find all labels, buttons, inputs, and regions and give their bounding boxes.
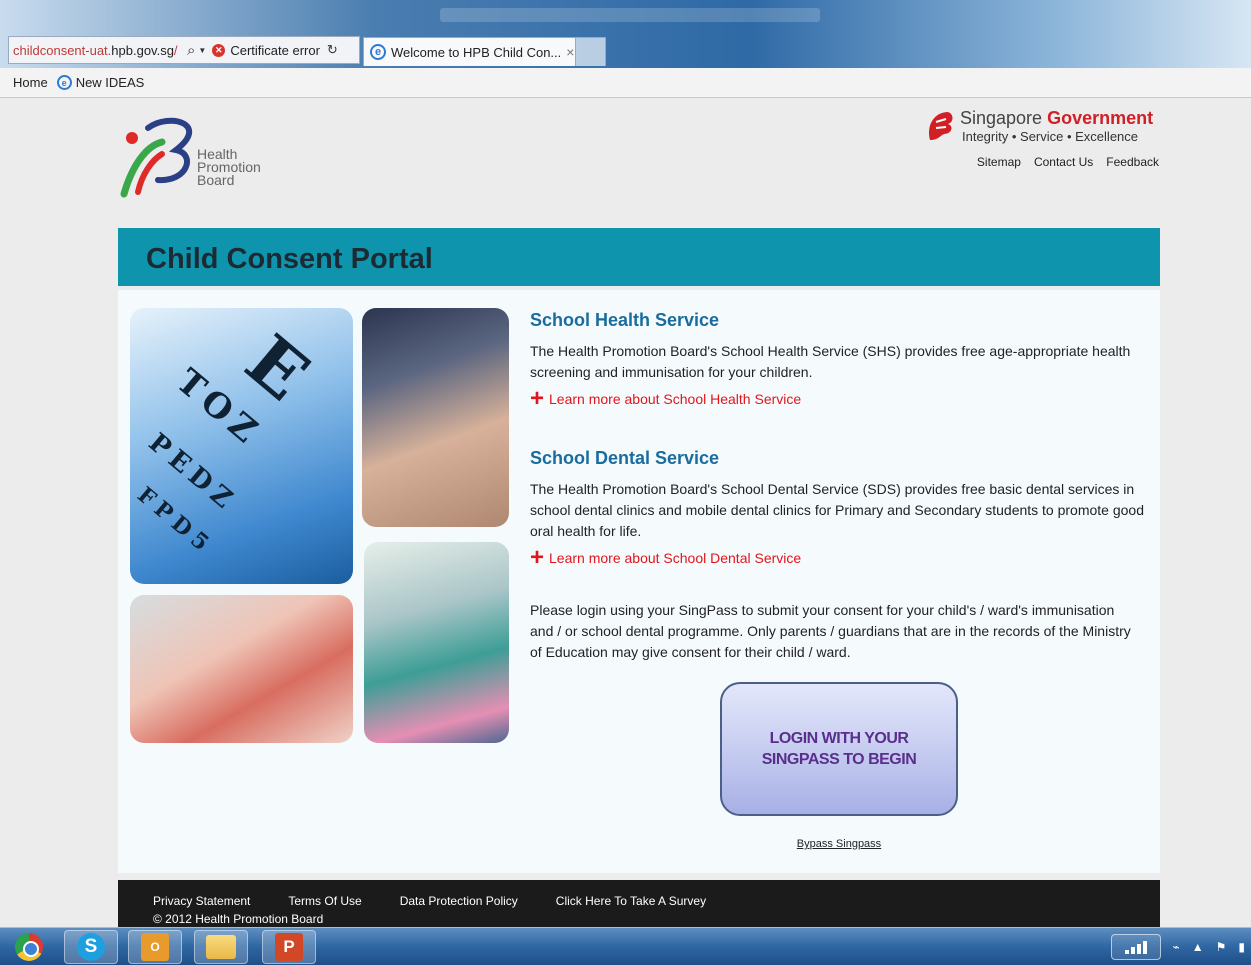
bypass-singpass-link[interactable]: Bypass Singpass [720,838,958,850]
sitemap-link[interactable]: Sitemap [977,155,1021,169]
show-hidden-icons-icon[interactable]: ▲ [1192,940,1204,954]
ie-page-icon: e [56,75,72,90]
refresh-icon[interactable]: ↻ [327,42,338,58]
ie-icon: e [370,44,386,60]
taskbar-chrome[interactable] [2,930,56,964]
plus-icon: + [530,544,545,571]
login-instructions: Please login using your SingPass to subm… [530,602,1131,660]
certificate-error-label[interactable]: Certificate error [230,43,320,58]
top-links: Sitemap Contact Us Feedback [977,155,1159,169]
dropdown-caret-icon[interactable]: ▼ [198,46,206,55]
singapore-government-logo[interactable]: Singapore Government Integrity • Service… [926,108,1162,148]
favorite-home[interactable]: Home [13,75,48,90]
address-bar[interactable]: childconsent-uat.hpb.gov.sg/ ⌕ ▼ ✕ Certi… [8,36,360,64]
power-icon[interactable]: ▮ [1238,940,1245,954]
taskbar-powerpoint[interactable]: P [262,930,316,964]
chrome-icon [15,933,43,961]
signal-strength-icon[interactable] [1110,934,1161,960]
powerpoint-icon: P [275,933,303,961]
address-url[interactable]: childconsent-uat.hpb.gov.sg/ [13,43,185,58]
footer: Privacy Statement Terms Of Use Data Prot… [118,880,1160,927]
action-center-flag-icon[interactable]: ⚑ [1216,940,1227,954]
taskbar-explorer[interactable] [194,930,248,964]
shs-description: The Health Promotion Board's School Heal… [530,343,1131,380]
portal-banner: Child Consent Portal [118,228,1160,286]
taskbar-skype[interactable]: S [64,930,118,964]
skype-icon: S [77,933,105,961]
footer-links: Privacy Statement Terms Of Use Data Prot… [153,894,706,908]
network-icon[interactable]: ⌁ [1173,940,1180,954]
hpb-logo[interactable]: Health Promotion Board [118,116,288,198]
favorite-new-ideas[interactable]: New IDEAS [76,75,145,90]
plus-icon: + [530,385,545,412]
sg-gov-title: Singapore Government [960,108,1154,128]
sds-title: School Dental Service [530,448,720,468]
shs-title: School Health Service [530,310,720,330]
sg-gov-tagline: Integrity • Service • Excellence [962,129,1139,144]
lion-head-icon [928,112,953,140]
privacy-statement-link[interactable]: Privacy Statement [153,894,250,908]
singpass-login-label[interactable]: LOGIN WITH YOUR SINGPASS TO BEGIN [762,728,917,770]
survey-link[interactable]: Click Here To Take A Survey [556,894,706,908]
singpass-login-button[interactable]: LOGIN WITH YOUR SINGPASS TO BEGIN [720,682,958,816]
outlook-icon: O [141,933,169,961]
main-content: E TOZ PEDZ FPD5 School Health Service Th… [118,290,1160,873]
feedback-link[interactable]: Feedback [1106,155,1159,169]
eye-chart-photo: E TOZ PEDZ FPD5 [130,308,353,584]
close-tab-icon[interactable]: × [566,44,574,60]
new-tab-button[interactable] [576,37,606,66]
browser-tab-active[interactable]: e Welcome to HPB Child Con... × [363,37,576,66]
copyright: © 2012 Health Promotion Board [153,912,324,926]
folder-icon [206,935,236,959]
system-tray: ⌁ ▲ ⚑ ▮ [1110,932,1251,962]
shs-learn-more-link[interactable]: + Learn more about School Health Service [530,385,1150,412]
data-protection-policy-link[interactable]: Data Protection Policy [400,894,518,908]
shs-section: School Health Service The Health Promoti… [530,310,1150,412]
immunisation-photo [362,308,509,527]
web-page: Health Promotion Board Singapore Governm… [0,98,1251,927]
browser-title-bar: childconsent-uat.hpb.gov.sg/ ⌕ ▼ ✕ Certi… [0,0,1251,68]
dental-education-photo [364,542,509,743]
favorites-bar: Home e New IDEAS [0,68,1251,98]
sds-description: The Health Promotion Board's School Dent… [530,481,1144,539]
dental-checkup-photo [130,595,353,743]
taskbar: S O P ⌁ ▲ ⚑ ▮ [0,927,1251,965]
sds-learn-more-link[interactable]: + Learn more about School Dental Service [530,544,1150,571]
certificate-error-icon[interactable]: ✕ [212,43,226,57]
sds-section: School Dental Service The Health Promoti… [530,448,1150,571]
terms-of-use-link[interactable]: Terms Of Use [288,894,361,908]
hpb-logo-mark-icon [120,117,193,198]
search-icon[interactable]: ⌕ [187,42,195,59]
taskbar-outlook[interactable]: O [128,930,182,964]
hpb-logo-text: Health Promotion Board [197,146,261,188]
title-bar-caption [440,8,820,22]
contact-us-link[interactable]: Contact Us [1034,155,1093,169]
tab-title: Welcome to HPB Child Con... [391,44,562,60]
page-title: Child Consent Portal [146,243,433,275]
